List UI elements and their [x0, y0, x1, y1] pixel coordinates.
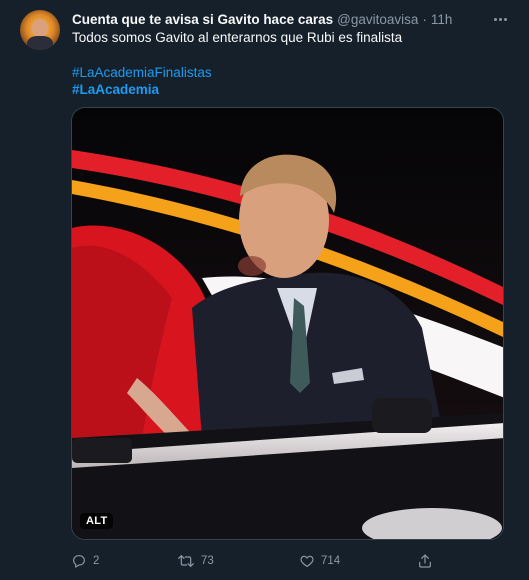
camera	[72, 438, 132, 463]
more-icon[interactable]	[491, 10, 509, 28]
tweet-header: Cuenta que te avisa si Gavito hace caras…	[72, 10, 452, 28]
like-icon	[300, 555, 314, 567]
like-count: 714	[321, 555, 341, 567]
avatar[interactable]	[20, 10, 60, 50]
share-button[interactable]	[417, 551, 433, 571]
more-dot	[498, 17, 502, 21]
reply-count: 2	[93, 555, 100, 567]
retweet-button[interactable]: 73	[177, 551, 214, 571]
tweet-text: Todos somos Gavito al enterarnos que Rub…	[72, 30, 403, 45]
mouth	[238, 256, 266, 276]
share-icon	[419, 554, 431, 568]
reply-icon	[73, 555, 85, 568]
like-button[interactable]: 714	[299, 551, 340, 571]
more-dot	[493, 17, 497, 21]
more-dot	[503, 17, 507, 21]
reply-button[interactable]: 2	[71, 551, 99, 571]
alt-badge[interactable]: ALT	[80, 513, 114, 529]
tweet-actions: 2 73 714	[71, 551, 451, 571]
retweet-count: 73	[201, 555, 214, 567]
headphones	[372, 398, 432, 433]
display-name[interactable]: Cuenta que te avisa si Gavito hace caras	[72, 12, 333, 27]
tweet-card[interactable]: Cuenta que te avisa si Gavito hace caras…	[0, 0, 529, 580]
separator-dot: ·	[422, 11, 427, 27]
avatar-suit	[27, 36, 53, 50]
media-image	[72, 108, 503, 539]
user-handle[interactable]: @gavitoavisa	[337, 12, 418, 27]
hashtag-link[interactable]: #LaAcademia	[72, 81, 159, 99]
tweet-media[interactable]: ALT	[71, 107, 504, 540]
retweet-icon	[178, 555, 194, 567]
avatar-face	[32, 19, 48, 37]
tweet-time[interactable]: 11h	[431, 12, 453, 27]
hashtag-link[interactable]: #LaAcademiaFinalistas	[72, 64, 212, 82]
